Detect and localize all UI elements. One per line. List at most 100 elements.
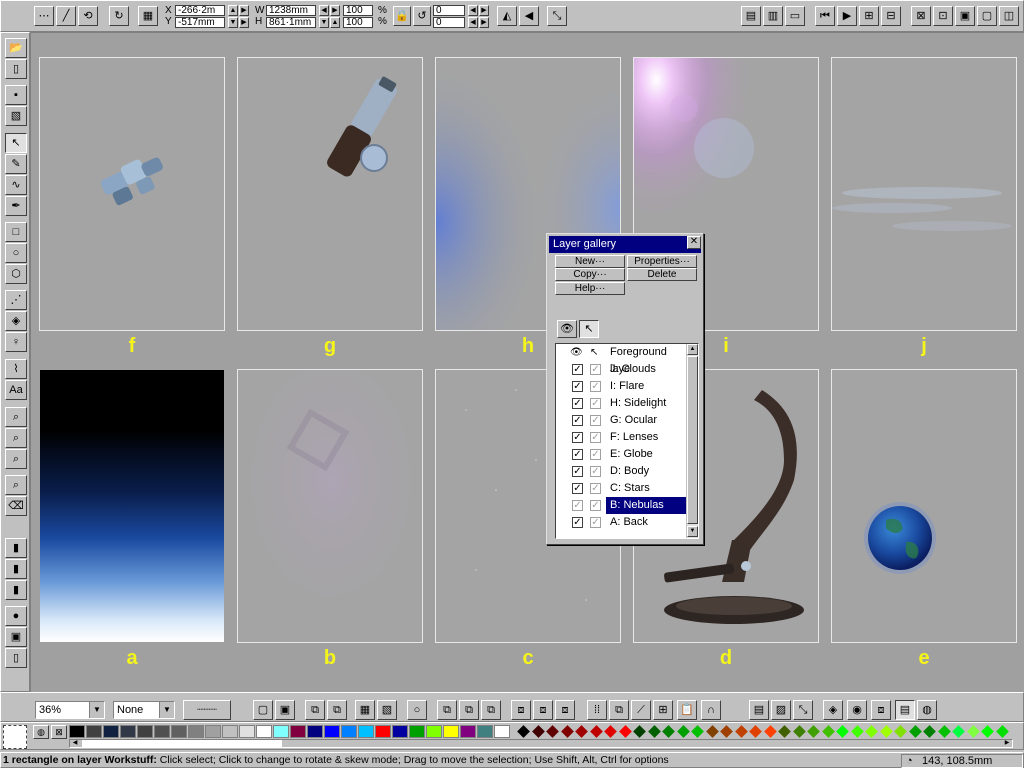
bring-front-icon[interactable]: ▢: [253, 700, 273, 720]
color-swatch[interactable]: [205, 725, 221, 738]
diamond-swatch[interactable]: [865, 725, 878, 738]
diamond-swatch[interactable]: [937, 725, 951, 738]
color-swatch[interactable]: [103, 725, 119, 738]
color-swatch[interactable]: [443, 725, 459, 738]
next-page-icon[interactable]: ▶: [837, 6, 857, 26]
page-b[interactable]: [237, 369, 423, 643]
transparency-tool-icon[interactable]: ♀: [5, 332, 27, 352]
color-swatch[interactable]: [426, 725, 442, 738]
palette-scroll-thumb[interactable]: [82, 740, 282, 747]
layer-row[interactable]: ✓ ✓ C: Stars: [556, 480, 686, 497]
h-spin-right-icon[interactable]: ▲: [330, 17, 340, 28]
align-center-icon[interactable]: ▥: [763, 6, 783, 26]
ungroup-icon[interactable]: ▢: [977, 6, 997, 26]
layer-editable-checkbox[interactable]: ✓: [590, 449, 601, 460]
color-swatch[interactable]: [188, 725, 204, 738]
diamond-swatch[interactable]: [778, 725, 791, 738]
color-bar-3-icon[interactable]: ▮: [5, 580, 27, 600]
color-swatch[interactable]: [494, 725, 510, 738]
rotation-icon[interactable]: ↺: [413, 6, 431, 26]
rotate-icon[interactable]: ↻: [109, 6, 129, 26]
diamond-swatch[interactable]: [894, 725, 907, 738]
color-swatch[interactable]: [239, 725, 255, 738]
ungroup-objects-icon[interactable]: ▧: [377, 700, 397, 720]
globe-gallery-icon[interactable]: ●: [5, 606, 27, 626]
diamond-swatch[interactable]: [604, 725, 617, 738]
diamond-swatch[interactable]: [952, 725, 965, 738]
snap-objects-icon[interactable]: ⧉: [609, 700, 629, 720]
fill-tool-icon[interactable]: ◈: [5, 311, 27, 331]
magnet-icon[interactable]: ∩: [701, 700, 721, 720]
arrange-objects-icon[interactable]: ⧈: [511, 700, 531, 720]
color-swatch[interactable]: [86, 725, 102, 738]
quality-slider[interactable]: ┈┈┈: [183, 700, 231, 720]
color-swatch[interactable]: [392, 725, 408, 738]
color-gallery-icon[interactable]: ◈: [823, 700, 843, 720]
angle-spin-icon[interactable]: ◀: [468, 5, 478, 16]
clone-objects-icon[interactable]: ⧉: [481, 700, 501, 720]
duplicate-objects-icon[interactable]: ⧉: [459, 700, 479, 720]
w-spin-icon[interactable]: ◀: [319, 5, 329, 16]
import-icon[interactable]: ▧: [5, 106, 27, 126]
quality-select[interactable]: None ▼: [113, 701, 175, 719]
color-swatch[interactable]: [171, 725, 187, 738]
arrange-2-icon[interactable]: ⊡: [933, 6, 953, 26]
move-forward-icon[interactable]: ⧉: [305, 700, 325, 720]
effects-gallery-icon[interactable]: ⧈: [871, 700, 891, 720]
frame-gallery-icon[interactable]: ▣: [5, 627, 27, 647]
diamond-swatch[interactable]: [763, 725, 777, 738]
color-swatch[interactable]: [358, 725, 374, 738]
layer-editable-checkbox[interactable]: ✓: [590, 483, 601, 494]
diamond-swatch[interactable]: [879, 725, 893, 738]
fill-gallery-icon[interactable]: ◉: [847, 700, 867, 720]
layer-row[interactable]: ✓ ✓ H: Sidelight: [556, 395, 686, 412]
scroll-thumb[interactable]: [687, 356, 698, 524]
diamond-swatch[interactable]: [633, 725, 646, 738]
page-gallery-icon[interactable]: ▯: [5, 648, 27, 668]
layer-visible-checkbox[interactable]: ✓: [572, 398, 583, 409]
clipboard-icon[interactable]: 📋: [677, 700, 697, 720]
arrange-objects-3-icon[interactable]: ⧈: [555, 700, 575, 720]
text-tool-icon[interactable]: Aa: [5, 380, 27, 400]
distribute-icon[interactable]: ⊞: [859, 6, 879, 26]
color-swatch[interactable]: [120, 725, 136, 738]
line-tool-icon[interactable]: ╱: [56, 6, 76, 26]
zoom-select[interactable]: 36% ▼: [35, 701, 105, 719]
layer-visible-checkbox[interactable]: ✓: [572, 432, 583, 443]
layer-editable-checkbox[interactable]: ✓: [590, 398, 601, 409]
zoom-fit-icon[interactable]: ⌕: [5, 449, 27, 469]
group-icon[interactable]: ▣: [955, 6, 975, 26]
layer-row[interactable]: ✓ ✓ B: Nebulas: [556, 497, 688, 514]
blend-tool-icon[interactable]: ⋰: [5, 290, 27, 310]
freehand-tool-icon[interactable]: ∿: [5, 175, 27, 195]
layer-editable-checkbox[interactable]: ✓: [590, 517, 601, 528]
diamond-swatch[interactable]: [691, 725, 704, 738]
diamond-swatch[interactable]: [995, 725, 1009, 738]
layer-visible-checkbox[interactable]: ✓: [572, 483, 583, 494]
layer-visible-checkbox[interactable]: ✓: [572, 466, 583, 477]
scale-w-field[interactable]: 100: [343, 5, 373, 16]
layer-row[interactable]: ✓ ✓ G: Ocular: [556, 412, 686, 429]
layer-editable-checkbox[interactable]: ✓: [590, 432, 601, 443]
diamond-swatch[interactable]: [662, 725, 675, 738]
color-swatch[interactable]: [375, 725, 391, 738]
layer-editable-checkbox[interactable]: ✓: [590, 364, 601, 375]
eye-filter-icon[interactable]: 👁: [557, 320, 577, 338]
diamond-swatch[interactable]: [908, 725, 922, 738]
w-spin-right-icon[interactable]: ▶: [330, 5, 340, 16]
layer-row[interactable]: ✓ ✓ A: Back: [556, 514, 686, 531]
no-color-icon[interactable]: ○: [407, 700, 427, 720]
diamond-swatch[interactable]: [734, 725, 748, 738]
lock-aspect-icon[interactable]: 🔒: [393, 6, 411, 26]
y-spin-right-icon[interactable]: ▶: [239, 17, 249, 28]
diamond-swatch[interactable]: [575, 725, 588, 738]
y-position-field[interactable]: -517mm: [175, 17, 225, 28]
layer-visible-checkbox[interactable]: ✓: [572, 500, 583, 511]
color-swatch[interactable]: [256, 725, 272, 738]
layer-row[interactable]: ✓ ✓ F: Lenses: [556, 429, 686, 446]
color-bar-icon[interactable]: ▮: [5, 538, 27, 558]
x-spin-right-icon[interactable]: ▶: [239, 5, 249, 16]
color-swatch[interactable]: [69, 725, 85, 738]
chevron-down-icon[interactable]: ▼: [89, 702, 104, 718]
help-button[interactable]: Help···: [555, 282, 625, 295]
